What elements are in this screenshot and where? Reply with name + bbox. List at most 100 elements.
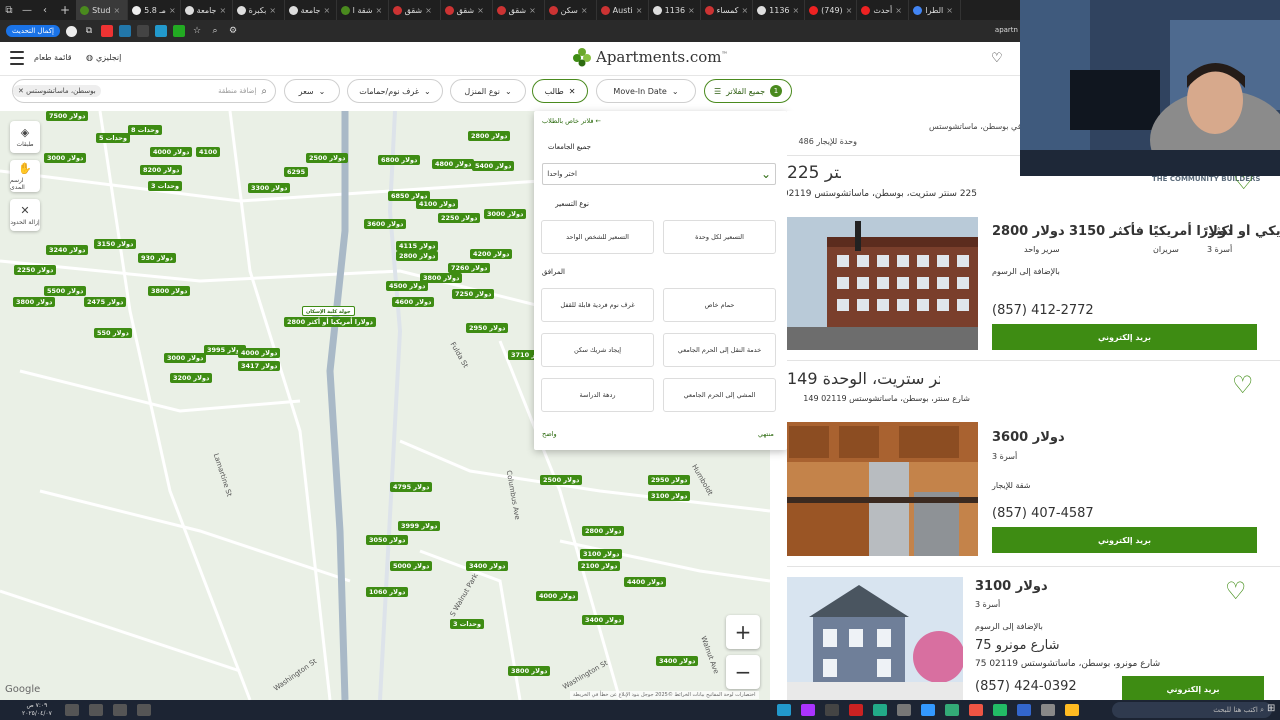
- favorites-heart-icon[interactable]: ♡: [991, 51, 1003, 66]
- map-price-pin[interactable]: 3100 دولار: [648, 491, 691, 501]
- zoom-icon[interactable]: ⌕: [209, 25, 221, 37]
- map-price-pin[interactable]: 7500 دولار: [46, 111, 89, 121]
- close-tab-icon[interactable]: ×: [220, 6, 227, 15]
- price-filter-button[interactable]: سعر ⌄: [284, 79, 340, 103]
- map-price-pin[interactable]: 1060 دولار: [366, 587, 409, 597]
- map-price-pin[interactable]: 3100 دولار: [580, 549, 623, 559]
- back-to-filters-link[interactable]: ← فلاتر خاص بالطلاب: [542, 117, 601, 125]
- extension-icon[interactable]: [172, 25, 185, 37]
- map-price-pin[interactable]: 4600 دولار: [392, 297, 435, 307]
- close-tab-icon[interactable]: ×: [169, 6, 176, 15]
- app-icon[interactable]: [897, 704, 911, 716]
- map-price-pin[interactable]: 3400 دولار: [656, 656, 699, 666]
- map-price-pin[interactable]: 4000 دولار: [238, 348, 281, 358]
- all-filters-button[interactable]: ☰ جميع الفلاتر 1: [704, 79, 792, 103]
- hamburger-menu-icon[interactable]: [10, 51, 24, 65]
- map-price-pin[interactable]: 4200 دولار: [470, 249, 513, 259]
- apartments-logo[interactable]: Apartments.com™: [572, 47, 728, 67]
- close-tab-icon[interactable]: ×: [581, 6, 588, 15]
- map-price-pin[interactable]: 4115 دولار: [396, 241, 439, 251]
- browser-tab[interactable]: أحدث ×: [857, 0, 910, 20]
- browser-tab[interactable]: 1136 ×: [753, 0, 806, 20]
- map-price-pin[interactable]: 4000 دولار: [536, 591, 579, 601]
- map-price-pin[interactable]: 2950 دولار: [648, 475, 691, 485]
- extension-icon[interactable]: [136, 25, 149, 37]
- map-price-pin[interactable]: 2475 دولار: [84, 297, 127, 307]
- extension-icon[interactable]: ⧉: [83, 25, 95, 37]
- browser-tab[interactable]: شقة ا ×: [337, 0, 389, 20]
- walk-to-campus-option[interactable]: المشي إلى الحرم الجامعي: [663, 378, 776, 412]
- lockable-bedrooms-option[interactable]: غرف نوم فردية قابلة للقفل: [541, 288, 654, 322]
- clear-button[interactable]: واضح: [542, 430, 557, 438]
- close-tab-icon[interactable]: ×: [113, 6, 120, 15]
- zoom-in-button[interactable]: +: [726, 615, 760, 649]
- browser-tab[interactable]: شقق ×: [389, 0, 441, 20]
- email-button[interactable]: بريد إلكتروني: [992, 527, 1257, 553]
- move-in-date-button[interactable]: Move-In Date ⌄: [596, 79, 696, 103]
- location-chip[interactable]: ✕ بوسطن، ماساتشوستس: [13, 85, 101, 97]
- map-price-pin[interactable]: 2950 دولار: [466, 323, 509, 333]
- map-price-pin[interactable]: 930 دولار: [138, 253, 176, 263]
- extension-icon[interactable]: [100, 25, 113, 37]
- notification-icon[interactable]: [65, 704, 79, 716]
- pricing-per-person-option[interactable]: التسعير للشخص الواحد: [541, 220, 654, 254]
- search-icon[interactable]: ⌕: [261, 86, 267, 97]
- map-price-pin[interactable]: 6295: [284, 167, 309, 177]
- map-attribution[interactable]: اختصارات لوحة المفاتيح بيانات الخرائط ©2…: [570, 691, 759, 699]
- browser-tab[interactable]: جامعة ×: [181, 0, 233, 20]
- browser-tab[interactable]: جامعة ×: [285, 0, 337, 20]
- map-price-pin[interactable]: 3800 دولار: [13, 297, 56, 307]
- app-icon[interactable]: [1041, 704, 1055, 716]
- close-tab-icon[interactable]: ×: [688, 6, 695, 15]
- browser-tab[interactable]: بكبرة ×: [233, 0, 285, 20]
- close-tab-icon[interactable]: ×: [895, 6, 902, 15]
- app-icon[interactable]: [777, 704, 791, 716]
- map-price-pin[interactable]: 3050 دولار: [366, 535, 409, 545]
- listing-phone[interactable]: (857) 412-2772: [992, 303, 1094, 318]
- app-icon[interactable]: [1017, 704, 1031, 716]
- map-price-pin[interactable]: 4100: [196, 147, 221, 157]
- map-price-pin[interactable]: 3417 دولار: [238, 361, 281, 371]
- close-tab-icon[interactable]: ×: [946, 6, 953, 15]
- update-browser-button[interactable]: إكمال التحديث: [6, 25, 60, 37]
- profile-icon[interactable]: [65, 25, 77, 37]
- map-price-pin[interactable]: 2500 دولار: [306, 153, 349, 163]
- selected-map-pin[interactable]: جولة كلية الإسكان: [302, 306, 355, 316]
- map-price-pin[interactable]: 2500 دولار: [540, 475, 583, 485]
- map-price-pin[interactable]: 3600 دولار: [364, 219, 407, 229]
- browser-tab[interactable]: كمساء ×: [701, 0, 754, 20]
- map-price-pin[interactable]: 3800 دولار: [508, 666, 551, 676]
- email-button[interactable]: بريد إلكتروني: [1122, 676, 1264, 700]
- close-tab-icon[interactable]: ×: [636, 6, 643, 15]
- location-search-input[interactable]: ✕ بوسطن، ماساتشوستس إضافة منطقة ⌕: [12, 79, 276, 103]
- battery-icon[interactable]: [137, 704, 151, 716]
- listing-photo[interactable]: [787, 422, 978, 556]
- student-filter-button[interactable]: طالب ✕: [532, 79, 588, 103]
- remove-boundary-button[interactable]: ✕ إزالة الحدود: [10, 199, 40, 231]
- roommate-matching-option[interactable]: إيجاد شريك سكن: [541, 333, 654, 367]
- home-type-filter-button[interactable]: نوع المنزل ⌄: [450, 79, 526, 103]
- map-price-pin[interactable]: 3000 دولار: [164, 353, 207, 363]
- map-price-pin[interactable]: 4800 دولار: [432, 159, 475, 169]
- browser-tab[interactable]: الطرا ×: [909, 0, 962, 20]
- map-price-pin[interactable]: 3 وحدات: [450, 619, 485, 629]
- map-price-pin[interactable]: 7260 دولار: [448, 263, 491, 273]
- university-select[interactable]: اختر واحدا ⌄: [542, 163, 776, 185]
- map-price-pin[interactable]: 550 دولار: [94, 328, 132, 338]
- map-price-pin[interactable]: 3 وحدات: [148, 181, 183, 191]
- map-price-pin[interactable]: 8200 دولار: [140, 165, 183, 175]
- app-icon[interactable]: [873, 704, 887, 716]
- close-tab-icon[interactable]: ×: [529, 6, 536, 15]
- favorite-heart-icon[interactable]: ♡: [1225, 577, 1247, 605]
- map-price-pin[interactable]: 2100 دولار: [578, 561, 621, 571]
- listing-photo[interactable]: [787, 217, 978, 350]
- map-price-pin[interactable]: 4400 دولار: [624, 577, 667, 587]
- map-price-pin[interactable]: 3200 دولار: [170, 373, 213, 383]
- map-price-pin[interactable]: 7250 دولار: [452, 289, 495, 299]
- close-tab-icon[interactable]: ×: [375, 6, 382, 15]
- favorite-heart-icon[interactable]: ♡: [1232, 371, 1254, 399]
- map-price-pin[interactable]: 3240 دولار: [46, 245, 89, 255]
- close-tab-icon[interactable]: ×: [793, 6, 800, 15]
- listing-title[interactable]: 75 شارع مونرو: [975, 638, 1059, 653]
- listing-phone[interactable]: (857) 424-0392: [975, 679, 1077, 694]
